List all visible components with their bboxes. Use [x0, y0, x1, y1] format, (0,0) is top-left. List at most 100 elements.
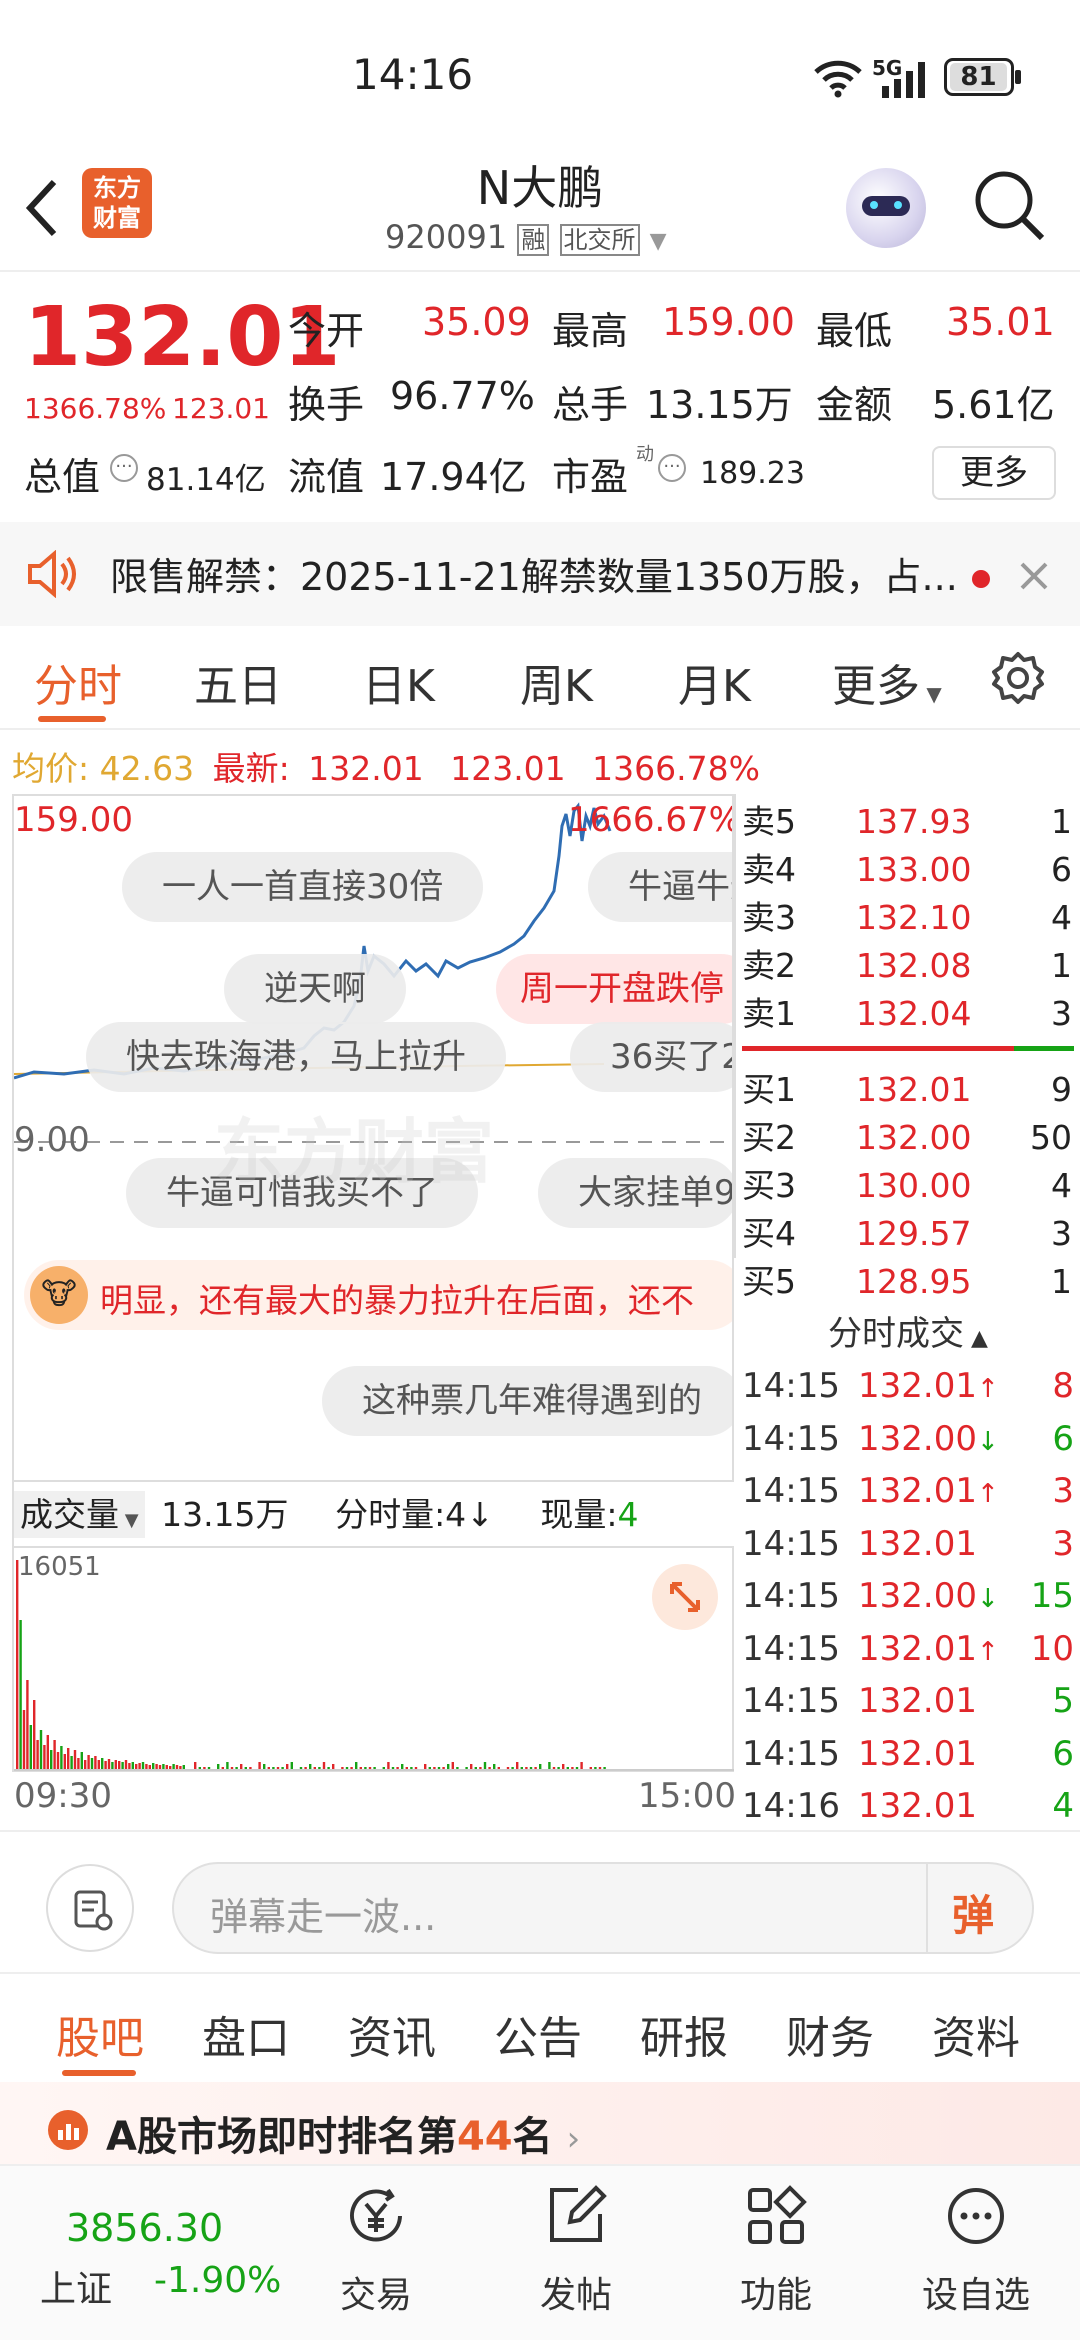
- avg-value: 42.63: [99, 749, 195, 788]
- index-change: -1.90%: [154, 2260, 282, 2301]
- trade-time: 14:15: [742, 1471, 840, 1511]
- danmaku-comment[interactable]: 周一开盘跌停: [496, 954, 732, 1024]
- nav-add-watchlist[interactable]: 设自选: [896, 2166, 1056, 2340]
- search-icon[interactable]: [972, 168, 1048, 244]
- trades-header[interactable]: 分时成交 ▲: [742, 1306, 1074, 1355]
- robot-assistant-icon[interactable]: [846, 168, 926, 248]
- tab-guba[interactable]: 股吧: [56, 2002, 144, 2066]
- volume-bar: [19, 1620, 22, 1770]
- danmaku-comment[interactable]: 这种票几年难得遇到的: [322, 1366, 732, 1436]
- volume-total: 13.15万: [161, 1495, 289, 1534]
- tab-daily-k[interactable]: 日K: [362, 650, 435, 714]
- nav-functions[interactable]: 功能: [696, 2166, 856, 2340]
- battery-level: 81: [950, 63, 1007, 91]
- tab-finance[interactable]: 财务: [786, 2002, 874, 2066]
- volume-label: 总手: [552, 383, 629, 427]
- close-icon[interactable]: [1018, 560, 1050, 592]
- chart-top-price: 159.00: [14, 800, 133, 840]
- expand-icon[interactable]: [652, 1564, 718, 1630]
- pe-value: 189.23: [700, 456, 805, 491]
- settings-icon[interactable]: [990, 650, 1046, 706]
- back-icon[interactable]: [22, 178, 62, 238]
- unread-dot: [972, 570, 990, 588]
- trade-time: 14:15: [742, 1366, 840, 1406]
- latest-value: 132.01: [308, 749, 424, 788]
- index-name: 上证: [40, 2269, 113, 2310]
- latest-label: 最新:: [212, 749, 290, 788]
- latest-pct: 1366.78%: [592, 749, 760, 788]
- volume-bar: [46, 1735, 49, 1770]
- nav-trade[interactable]: 交易: [296, 2166, 456, 2340]
- chart-top-pct: 1666.67%: [568, 800, 734, 840]
- more-button[interactable]: 更多: [932, 446, 1056, 500]
- bid-row[interactable]: 买4 129.57 3: [742, 1210, 1072, 1258]
- danmaku-comment[interactable]: 逆天啊: [224, 954, 406, 1024]
- tab-profile[interactable]: 资料: [932, 2002, 1020, 2066]
- danmaku-comment[interactable]: 36买了2: [570, 1022, 732, 1092]
- danmaku-send-button[interactable]: 弹: [926, 1864, 1032, 1952]
- bid-row[interactable]: 买2 132.00 50: [742, 1114, 1072, 1162]
- pe-info-icon[interactable]: ···: [658, 454, 686, 482]
- tab-more[interactable]: 更多 ▼: [832, 650, 942, 714]
- ask-row[interactable]: 卖3 132.10 4: [742, 894, 1072, 942]
- volume-chart: 16051 09:30 15:00: [12, 1548, 736, 1816]
- open-label: 今开: [288, 309, 365, 353]
- volume-bar: [43, 1745, 46, 1770]
- low-value: 35.01: [946, 300, 1055, 344]
- notice-text: 限售解禁：2025-11-21解禁数量1350万股，占...: [110, 555, 958, 599]
- danmaku-comment[interactable]: 牛逼牛逼: [588, 852, 732, 922]
- eastmoney-logo[interactable]: 东方 财富: [82, 168, 152, 238]
- volume-bar: [36, 1740, 39, 1770]
- bid-row[interactable]: 买1 132.01 9: [742, 1066, 1072, 1114]
- turnover-label: 换手: [288, 383, 365, 427]
- trade-price: 132.01↑: [858, 1628, 999, 1669]
- volume-bar: [104, 1761, 107, 1770]
- tab-research[interactable]: 研报: [640, 2002, 728, 2066]
- danmaku-settings-icon[interactable]: [46, 1864, 134, 1952]
- stock-name: N大鹏: [476, 161, 604, 215]
- tab-orderbook[interactable]: 盘口: [202, 2002, 290, 2066]
- tab-monthly-k[interactable]: 月K: [678, 650, 751, 714]
- notice-bar[interactable]: 限售解禁：2025-11-21解禁数量1350万股，占...: [0, 522, 1080, 626]
- ask-price: 132.04: [856, 994, 972, 1033]
- trade-time: 14:15: [742, 1628, 840, 1669]
- float-value: 17.94亿: [380, 455, 527, 499]
- tab-announcements[interactable]: 公告: [494, 2002, 582, 2066]
- featured-danmaku[interactable]: 🐮 明显，还有最大的暴力拉升在后面，还不: [24, 1260, 732, 1330]
- bid-price: 132.01: [856, 1070, 972, 1109]
- tab-news[interactable]: 资讯: [348, 2002, 436, 2066]
- stock-code-line[interactable]: 920091 融 北交所 ▼: [385, 218, 667, 256]
- trade-time: 14:15: [742, 1418, 840, 1459]
- tab-weekly-k[interactable]: 周K: [520, 650, 593, 714]
- rank-banner[interactable]: A股市场即时排名第44名 ›: [0, 2082, 1080, 2164]
- danmaku-comment[interactable]: 大家挂单9: [538, 1158, 732, 1228]
- bid-row[interactable]: 买5 128.95 1: [742, 1258, 1072, 1306]
- app-header: 东方 财富 N大鹏 920091 融 北交所 ▼: [0, 150, 1080, 272]
- ask-row[interactable]: 卖5 137.93 1: [742, 798, 1072, 846]
- trade-arrow: ↑: [976, 1636, 999, 1667]
- danmaku-input[interactable]: 弹幕走一波... 弹: [172, 1862, 1034, 1954]
- exchange-badge: 北交所: [559, 224, 640, 256]
- volume-bar: [131, 1762, 134, 1770]
- ask-row[interactable]: 卖4 133.00 6: [742, 846, 1072, 894]
- danmaku-comment[interactable]: 一人一首直接30倍: [122, 852, 484, 922]
- tab-intraday[interactable]: 分时: [34, 650, 122, 714]
- trade-row: 14:15 132.01↑ 10: [742, 1623, 1074, 1675]
- index-widget[interactable]: 3856.30 上证 -1.90%: [24, 2166, 294, 2340]
- volume-bar: [33, 1700, 36, 1770]
- trade-volume: 10: [1030, 1628, 1074, 1669]
- bid-volume: 3: [1051, 1214, 1072, 1253]
- danmaku-comment[interactable]: 快去珠海港，马上拉升: [86, 1022, 506, 1092]
- current-volume-value: 4: [617, 1495, 639, 1534]
- trade-row: 14:15 132.01↑ 3: [742, 1465, 1074, 1517]
- nav-post[interactable]: 发帖: [496, 2166, 656, 2340]
- volume-dropdown[interactable]: 成交量 ▼: [14, 1491, 145, 1538]
- intraday-chart[interactable]: 159.00 1666.67% 9.00 一人一首直接30倍 牛逼牛逼 逆天啊 …: [12, 794, 734, 1482]
- info-icon[interactable]: ···: [110, 454, 138, 482]
- signal-icon: [882, 62, 925, 98]
- ask-row[interactable]: 卖2 132.08 1: [742, 942, 1072, 990]
- ask-row[interactable]: 卖1 132.04 3: [742, 990, 1072, 1038]
- volume-bar: [39, 1730, 43, 1770]
- bid-row[interactable]: 买3 130.00 4: [742, 1162, 1072, 1210]
- tab-five-day[interactable]: 五日: [194, 650, 282, 714]
